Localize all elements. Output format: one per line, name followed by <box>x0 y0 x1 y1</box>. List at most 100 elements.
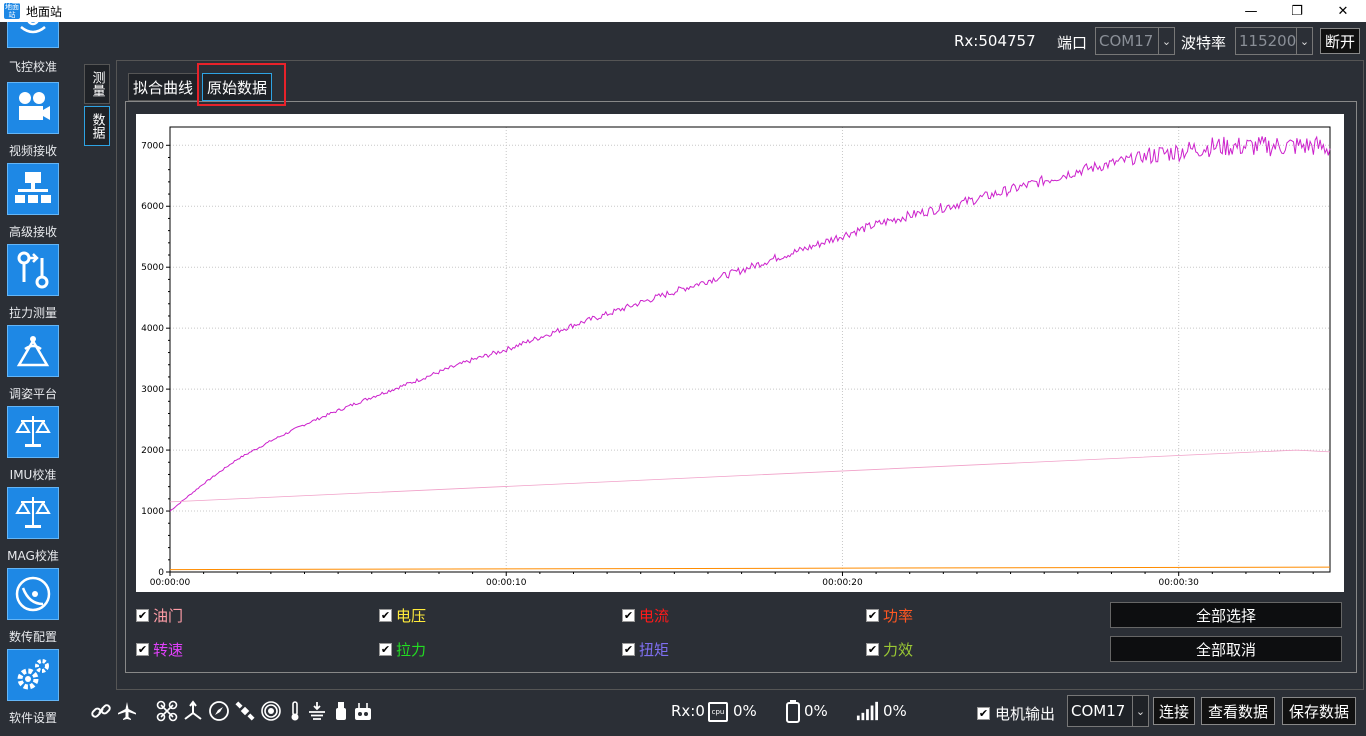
cpu-usage: 0% <box>733 702 757 720</box>
checkbox-checked-icon[interactable]: ✔ <box>379 608 392 622</box>
chevron-down-icon[interactable]: ⌄ <box>1158 28 1174 54</box>
tension-measure-icon <box>7 244 59 296</box>
y-tick-label: 6000 <box>141 202 164 212</box>
checkbox-checked-icon[interactable]: ✔ <box>136 642 149 656</box>
y-tick-label: 1000 <box>141 507 164 517</box>
x-tick-label: 00:00:10 <box>486 578 527 588</box>
connect-button[interactable]: 连接 <box>1153 697 1195 725</box>
select-all-button[interactable]: 全部选择 <box>1110 602 1342 628</box>
legend-efficiency[interactable]: ✔ 力效 <box>866 639 913 659</box>
checkbox-checked-icon[interactable]: ✔ <box>866 642 879 656</box>
tab-raw-data[interactable]: 原始数据 <box>202 73 272 101</box>
sidebar-item-settings[interactable]: 软件设置 <box>0 649 66 729</box>
x-tick-label: 00:00:00 <box>150 578 191 588</box>
satellite-icon[interactable] <box>234 700 256 722</box>
rocket-icon[interactable] <box>330 700 352 722</box>
bottom-status-bar: Rx:0 cpu 0% 0% 0% ✔ 电机输出 COM17 ⌄ 连接 查看数据… <box>82 692 1366 736</box>
chart-axes: 0 1000 2000 3000 4000 5000 6000 7000 00:00:00 00:… <box>141 126 1331 588</box>
window-title: 地面站 <box>26 4 63 19</box>
signal-strength-icon <box>856 700 878 722</box>
legend-throttle[interactable]: ✔ 油门 <box>136 605 183 625</box>
legend-label: 电流 <box>639 606 670 625</box>
sidebar-item-label: 高级接收 <box>8 225 57 239</box>
airplane-icon[interactable] <box>116 700 138 722</box>
close-button[interactable]: ✕ <box>1320 0 1366 22</box>
port-select-value: COM17 <box>1099 32 1154 50</box>
minimize-button[interactable]: — <box>1228 0 1274 22</box>
series-line <box>169 566 1331 571</box>
tab-fit-curve[interactable]: 拟合曲线 <box>128 73 198 101</box>
checkbox-checked-icon[interactable]: ✔ <box>136 608 149 622</box>
sidebar-item-imu[interactable]: IMU校准 <box>0 406 66 486</box>
view-data-button[interactable]: 查看数据 <box>1201 697 1275 725</box>
sidebar-item-label: 拉力测量 <box>8 306 57 320</box>
chevron-down-icon[interactable]: ⌄ <box>1296 28 1312 54</box>
motor-port-select[interactable]: COM17 ⌄ <box>1067 695 1149 727</box>
gps-target-icon[interactable] <box>260 700 282 722</box>
balance-scale-icon <box>7 487 59 539</box>
checkbox-checked-icon[interactable]: ✔ <box>622 642 635 656</box>
satellite-dish-icon <box>7 568 59 620</box>
chevron-down-icon[interactable]: ⌄ <box>1132 696 1148 726</box>
save-data-button[interactable]: 保存数据 <box>1282 697 1356 725</box>
maximize-button[interactable]: ❐ <box>1274 0 1320 22</box>
checkbox-checked-icon[interactable]: ✔ <box>977 707 990 720</box>
legend-rpm[interactable]: ✔ 转速 <box>136 639 183 659</box>
raw-data-chart: 0 1000 2000 3000 4000 5000 6000 7000 00:00:00 00:… <box>136 114 1344 592</box>
motor-port-value: COM17 <box>1071 702 1126 720</box>
legend-label: 电压 <box>396 606 427 625</box>
port-label: 端口 <box>1057 34 1088 52</box>
flight-control-calibration-icon <box>7 22 59 48</box>
y-tick-label: 2000 <box>141 446 164 456</box>
y-tick-label: 3000 <box>141 385 164 395</box>
tab-measure[interactable]: 测量 <box>84 64 110 104</box>
sidebar-item-advanced-receive[interactable]: 高级接收 <box>0 163 66 243</box>
sidebar-item-video[interactable]: 视频接收 <box>0 82 66 162</box>
axis-icon[interactable] <box>182 700 204 722</box>
compass-icon[interactable] <box>208 700 230 722</box>
checkbox-checked-icon[interactable]: ✔ <box>866 608 879 622</box>
battery-level: 0% <box>804 702 828 720</box>
altitude-icon[interactable] <box>306 700 328 722</box>
legend-thrust[interactable]: ✔ 拉力 <box>379 639 426 659</box>
x-tick-label: 00:00:20 <box>822 578 863 588</box>
balance-scale-icon <box>7 406 59 458</box>
sidebar-item-flight-calibration[interactable]: 飞控校准 <box>0 22 66 76</box>
baud-select-value: 115200 <box>1239 32 1297 50</box>
legend-torque[interactable]: ✔ 扭矩 <box>622 639 669 659</box>
plot-frame <box>169 126 1331 573</box>
signal-level: 0% <box>883 702 907 720</box>
legend-power[interactable]: ✔ 功率 <box>866 605 913 625</box>
checkbox-checked-icon[interactable]: ✔ <box>622 608 635 622</box>
remote-controller-icon[interactable] <box>352 700 374 722</box>
legend-label: 扭矩 <box>639 640 670 659</box>
video-camera-icon <box>7 82 59 134</box>
quadcopter-icon[interactable] <box>156 700 178 722</box>
tab-data[interactable]: 数据 <box>84 106 110 146</box>
cpu-badge: cpu <box>708 702 728 722</box>
y-tick-label: 7000 <box>141 141 164 151</box>
thermometer-icon[interactable] <box>284 700 306 722</box>
sidebar-item-tension[interactable]: 拉力测量 <box>0 244 66 324</box>
y-tick-label: 0 <box>158 568 164 578</box>
disconnect-button[interactable]: 断开 <box>1320 28 1360 54</box>
port-select[interactable]: COM17 ⌄ <box>1095 27 1175 55</box>
gears-icon <box>7 649 59 701</box>
legend-label: 油门 <box>153 606 184 625</box>
link-icon[interactable] <box>90 700 112 722</box>
chart-series <box>169 135 1331 571</box>
legend-current[interactable]: ✔ 电流 <box>622 605 669 625</box>
legend-label: 功率 <box>883 606 914 625</box>
legend-voltage[interactable]: ✔ 电压 <box>379 605 426 625</box>
legend-label: 转速 <box>153 640 184 659</box>
sidebar-item-attitude-platform[interactable]: 调姿平台 <box>0 325 66 405</box>
baud-select[interactable]: 115200 ⌄ <box>1235 27 1313 55</box>
cpu-icon: cpu <box>706 700 730 724</box>
motor-output-toggle[interactable]: ✔ 电机输出 <box>977 703 1055 724</box>
checkbox-checked-icon[interactable]: ✔ <box>379 642 392 656</box>
deselect-all-button[interactable]: 全部取消 <box>1110 636 1342 662</box>
series-line <box>169 449 1331 503</box>
sidebar-item-datalink[interactable]: 数传配置 <box>0 568 66 648</box>
sidebar-item-label: 软件设置 <box>8 711 57 725</box>
sidebar-item-mag[interactable]: MAG校准 <box>0 487 66 567</box>
